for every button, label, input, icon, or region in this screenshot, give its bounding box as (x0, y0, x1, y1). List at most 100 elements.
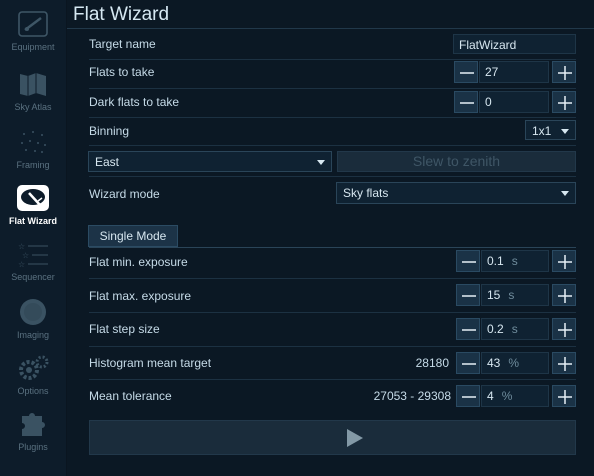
min-exposure-value: 0.1 (487, 254, 504, 268)
chevron-down-icon (317, 160, 325, 165)
flats-to-take-label: Flats to take (89, 65, 155, 79)
divider (89, 88, 576, 89)
sidebar-item-options[interactable]: Options (0, 348, 66, 404)
plus-icon (558, 255, 572, 269)
minus-icon (462, 295, 476, 297)
mean-tolerance-label: Mean tolerance (89, 389, 172, 403)
wizard-mode-select[interactable]: Sky flats (336, 182, 576, 204)
max-exposure-increment-button[interactable] (552, 284, 576, 306)
svg-text:☆: ☆ (22, 251, 29, 260)
dark-flats-label: Dark flats to take (89, 95, 180, 109)
minus-icon (462, 329, 476, 331)
histogram-decrement-button[interactable] (456, 352, 480, 374)
sidebar-label: Options (17, 386, 49, 396)
max-exposure-input[interactable]: 15 s (481, 284, 549, 306)
sidebar-label: Imaging (16, 330, 50, 340)
tolerance-increment-button[interactable] (552, 385, 576, 407)
step-size-label: Flat step size (89, 322, 160, 336)
plus-icon (558, 323, 572, 337)
sidebar-item-sequencer[interactable]: ☆ ☆ ☆ Sequencer (0, 234, 66, 290)
slew-to-zenith-button[interactable]: Slew to zenith (337, 151, 576, 172)
step-size-decrement-button[interactable] (456, 318, 480, 340)
sidebar-label: Framing (16, 160, 50, 170)
divider (89, 312, 576, 313)
sequencer-stars-icon: ☆ ☆ ☆ (16, 240, 50, 269)
gears-icon (16, 354, 50, 382)
flats-to-take-input[interactable]: 27 (479, 61, 549, 83)
play-icon (347, 429, 363, 447)
sidebar-label: Flat Wizard (9, 216, 57, 226)
max-exposure-unit: s (508, 288, 515, 302)
histogram-value: 43 (487, 356, 501, 370)
tolerance-decrement-button[interactable] (456, 385, 480, 407)
minus-icon (462, 261, 476, 263)
flat-wizard-panel: Flat Wizard Target name FlatWizard Flats… (67, 0, 594, 476)
target-name-label: Target name (89, 37, 156, 51)
plus-icon (558, 289, 572, 303)
wizard-mode-label: Wizard mode (89, 187, 160, 201)
sidebar-label: Equipment (11, 42, 55, 52)
divider (89, 176, 576, 177)
plus-icon (558, 66, 572, 80)
plus-icon (558, 96, 572, 110)
histogram-unit: % (508, 356, 520, 370)
flats-increment-button[interactable] (552, 61, 576, 83)
divider (89, 278, 576, 279)
sidebar-item-imaging[interactable]: Imaging (0, 292, 66, 348)
svg-text:☆: ☆ (18, 242, 25, 251)
min-exposure-input[interactable]: 0.1 s (481, 250, 549, 272)
minus-icon (462, 396, 476, 398)
mean-tolerance-input[interactable]: 4% (481, 385, 549, 407)
sidebar-item-sky-atlas[interactable]: Sky Atlas (0, 64, 66, 120)
histogram-target-input[interactable]: 43% (481, 352, 549, 374)
min-exposure-label: Flat min. exposure (89, 255, 188, 269)
step-size-value: 0.2 (487, 322, 504, 336)
dark-flats-input[interactable]: 0 (479, 91, 549, 113)
map-icon (16, 70, 50, 98)
binning-label: Binning (89, 124, 130, 138)
flat-wizard-icon (16, 184, 50, 212)
wizard-mode-value: Sky flats (343, 186, 389, 200)
tolerance-value: 4 (487, 389, 494, 403)
min-exposure-decrement-button[interactable] (456, 250, 480, 272)
start-button[interactable] (89, 420, 576, 455)
minus-icon (462, 363, 476, 365)
plus-icon (558, 390, 572, 404)
divider (89, 145, 576, 146)
dark-flats-increment-button[interactable] (552, 91, 576, 113)
target-name-input[interactable]: FlatWizard (453, 34, 576, 54)
histogram-target-label: Histogram mean target (89, 356, 212, 370)
sidebar: Equipment Sky Atlas Framing Flat Wizard … (0, 0, 67, 476)
puzzle-icon (16, 410, 50, 438)
dots-icon (16, 128, 50, 156)
sidebar-item-framing[interactable]: Framing (0, 122, 66, 178)
sidebar-label: Sequencer (11, 272, 55, 282)
binning-select[interactable]: 1x1 (525, 120, 576, 140)
tab-label: Single Mode (99, 229, 167, 243)
sidebar-item-plugins[interactable]: Plugins (0, 404, 66, 460)
direction-select[interactable]: East (88, 151, 332, 172)
min-exposure-unit: s (511, 254, 518, 268)
divider (67, 28, 594, 29)
histogram-increment-button[interactable] (552, 352, 576, 374)
min-exposure-increment-button[interactable] (552, 250, 576, 272)
slew-to-zenith-label: Slew to zenith (412, 153, 501, 169)
telescope-icon (16, 10, 50, 38)
dark-flats-decrement-button[interactable] (454, 91, 478, 113)
max-exposure-value: 15 (487, 288, 501, 302)
chevron-down-icon (561, 129, 569, 134)
sidebar-label: Sky Atlas (14, 102, 52, 112)
divider (89, 247, 576, 248)
sidebar-item-equipment[interactable]: Equipment (0, 4, 66, 60)
tolerance-range-value: 27053 - 29308 (373, 389, 451, 403)
sidebar-item-flat-wizard[interactable]: Flat Wizard (0, 178, 66, 234)
flats-decrement-button[interactable] (454, 61, 478, 83)
max-exposure-decrement-button[interactable] (456, 284, 480, 306)
plus-icon (558, 357, 572, 371)
divider (89, 117, 576, 118)
step-size-input[interactable]: 0.2 s (481, 318, 549, 340)
direction-value: East (95, 155, 120, 169)
step-size-increment-button[interactable] (552, 318, 576, 340)
tab-single-mode[interactable]: Single Mode (88, 225, 178, 247)
divider (89, 346, 576, 347)
